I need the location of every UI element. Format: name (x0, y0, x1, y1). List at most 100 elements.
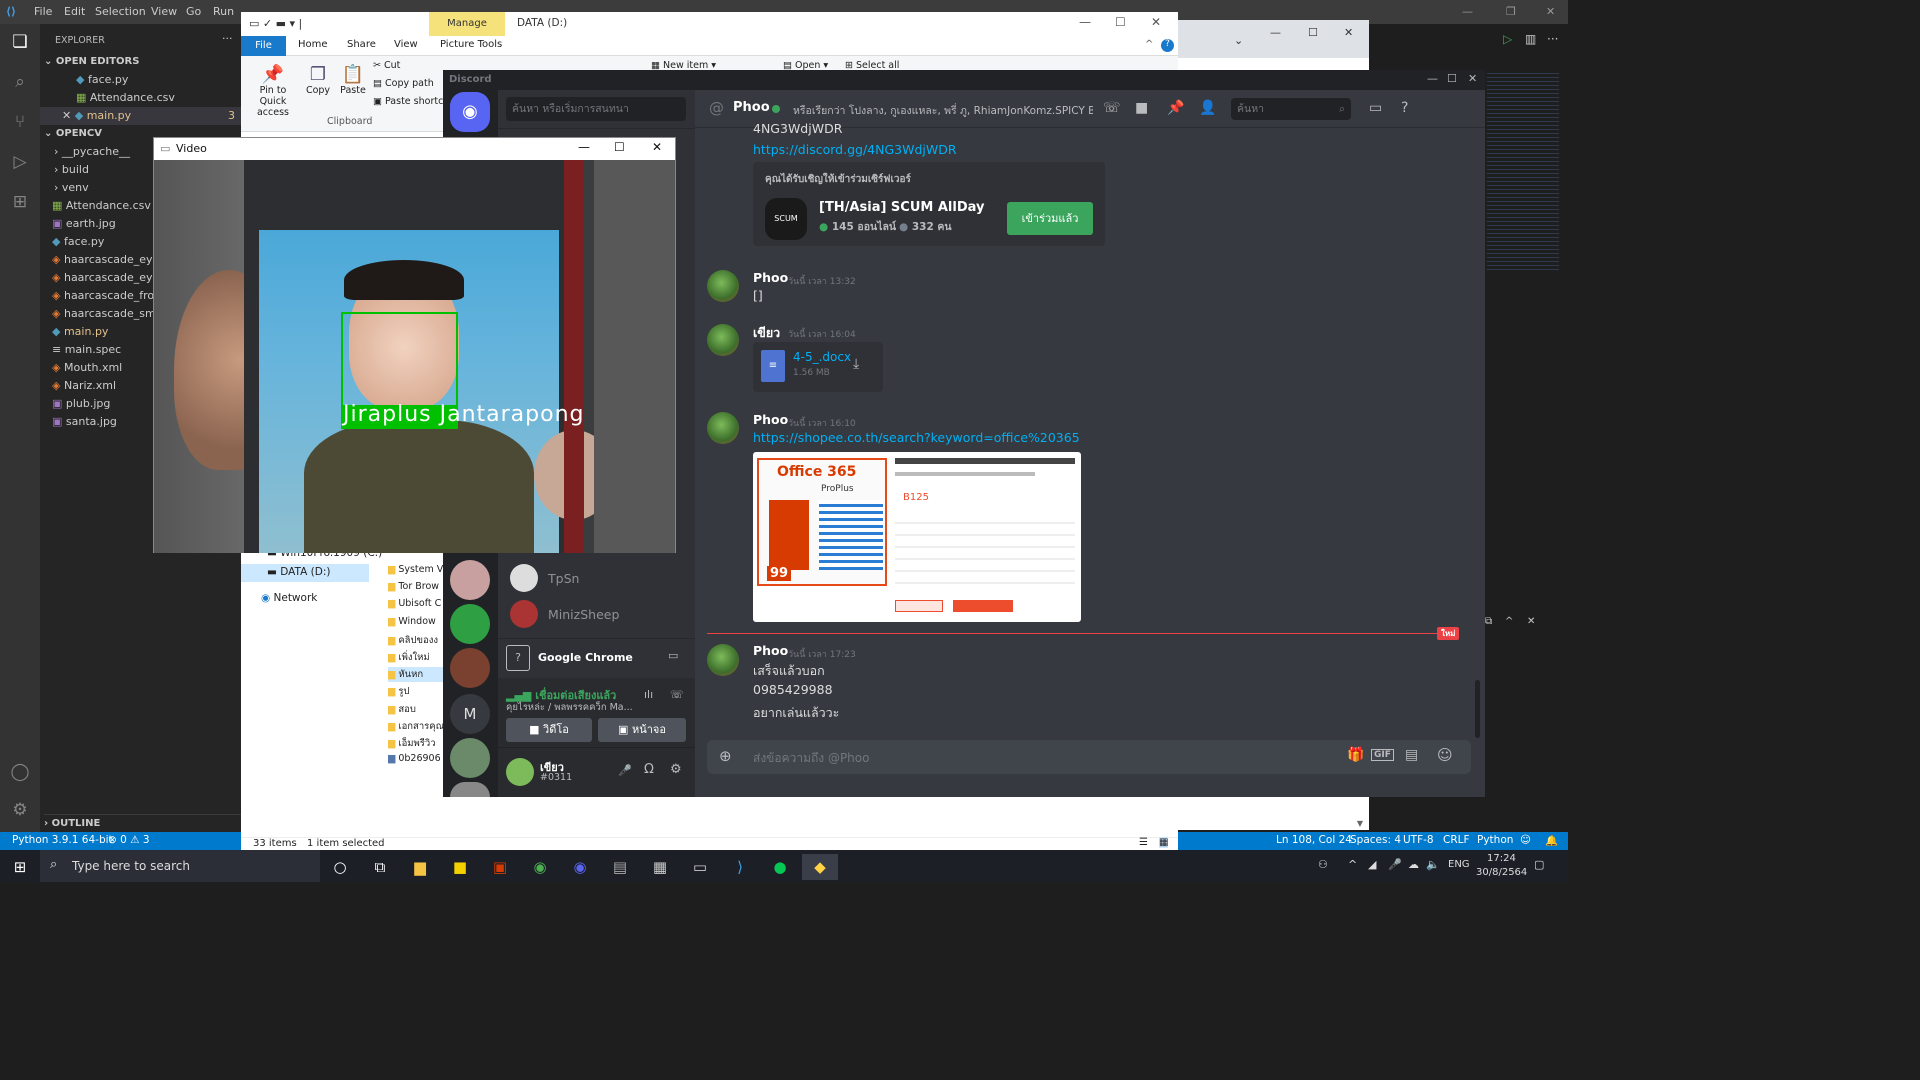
open-editor-item-active[interactable]: ✕ ◆ main.py 3 (40, 107, 241, 125)
explorer-icon[interactable]: ❏ (8, 32, 32, 54)
sticky-notes-icon[interactable]: ■ (442, 854, 478, 880)
panel-restore-icon[interactable]: ⧉ (1485, 616, 1492, 627)
guild-green[interactable] (450, 738, 490, 778)
python-app-icon[interactable]: ◆ (802, 854, 838, 880)
terminal-icon[interactable]: ▭ (682, 854, 718, 880)
outline-header[interactable]: › OUTLINE (44, 814, 245, 832)
gift-icon[interactable]: 🎁 (1347, 747, 1364, 763)
pin-icon[interactable]: 📌 (1167, 100, 1184, 116)
folder-item[interactable]: ▆ Ubisoft C (388, 598, 443, 609)
chat-scrollbar[interactable] (1475, 680, 1480, 738)
maximize-icon[interactable]: ☐ (1308, 26, 1318, 39)
bell-icon[interactable]: 🔔 (1545, 834, 1558, 847)
folder-item[interactable]: ▆ Window (388, 616, 443, 627)
inbox-icon[interactable]: ▭ (1369, 100, 1382, 116)
tab-home[interactable]: Home (298, 39, 328, 50)
close-icon[interactable]: ✕ (1151, 15, 1161, 29)
message-author[interactable]: Phoo (753, 643, 788, 658)
file-explorer-icon[interactable]: ▆ (402, 854, 438, 880)
large-icons-view-icon[interactable]: ▦ (1159, 837, 1169, 848)
minimize-icon[interactable]: — (578, 140, 590, 154)
headphones-icon[interactable]: Ω (644, 762, 654, 777)
gear-icon[interactable]: ⚙ (670, 762, 682, 777)
emoji-icon[interactable]: ☺ (1437, 746, 1453, 764)
folder-item[interactable]: ▆ เพิ่งใหม่ (388, 650, 443, 665)
panel-maximize-icon[interactable]: ^ (1505, 616, 1513, 627)
close-icon[interactable]: ✕ (1546, 5, 1555, 18)
help-icon[interactable]: ? (1161, 39, 1174, 52)
noise-suppression-icon[interactable]: ılı (644, 688, 653, 701)
folder-item[interactable]: ▆ Tor Brow (388, 581, 443, 592)
cursor-position[interactable]: Ln 108, Col 24 (1276, 834, 1352, 846)
gif-icon[interactable]: GIF (1371, 749, 1394, 761)
people-icon[interactable]: ⚇ (1318, 858, 1328, 871)
folder-item[interactable]: ▆ สอบ (388, 702, 443, 717)
find-conversation-input[interactable]: ค้นหา หรือเริ่มการสนทนา (506, 97, 686, 121)
details-view-icon[interactable]: ☰ (1139, 837, 1148, 848)
close-icon[interactable]: ✕ (1344, 26, 1353, 39)
more-actions-icon[interactable]: ··· (1547, 32, 1558, 46)
message-author[interactable]: เขียว (753, 323, 780, 343)
task-view-icon[interactable]: ⧉ (362, 854, 398, 880)
close-icon[interactable]: ✕ (652, 140, 662, 154)
folder-item[interactable]: ▆ 0b26906 (388, 753, 443, 764)
show-hidden-icons-icon[interactable]: ^ (1348, 858, 1357, 871)
guild-portrait[interactable] (450, 648, 490, 688)
copy-path-button[interactable]: ▤ Copy path (373, 78, 434, 89)
office-icon[interactable]: ▣ (482, 854, 518, 880)
explorer-more-icon[interactable]: ··· (222, 30, 242, 48)
tab-picture-tools[interactable]: Picture Tools (440, 39, 502, 50)
discord-icon[interactable]: ◉ (562, 854, 598, 880)
windows-start-icon[interactable]: ⊞ (2, 854, 38, 880)
app-icon[interactable]: ▤ (602, 854, 638, 880)
folder-item[interactable]: ▆ เอกสารคุณ (388, 719, 443, 734)
menu-edit[interactable]: Edit (64, 5, 85, 18)
menu-file[interactable]: File (34, 5, 52, 18)
sticker-icon[interactable]: ▤ (1405, 747, 1418, 763)
minimize-icon[interactable]: — (1427, 72, 1438, 85)
avatar[interactable] (707, 270, 739, 302)
open-editors-header[interactable]: ⌄ OPEN EDITORS (44, 53, 245, 71)
cortana-icon[interactable]: ○ (322, 854, 358, 880)
menu-go[interactable]: Go (186, 5, 201, 18)
chrome-icon[interactable]: ◉ (522, 854, 558, 880)
avatar[interactable] (707, 644, 739, 676)
dm-item[interactable]: MinizSheep (498, 600, 695, 632)
video-button[interactable]: ■ วิดีโอ (506, 718, 592, 742)
guild-house[interactable] (450, 604, 490, 644)
screen-share-button[interactable]: ▣ หน้าจอ (598, 718, 686, 742)
invite-link[interactable]: https://discord.gg/4NG3WdjWDR (753, 142, 957, 157)
download-icon[interactable]: ⤓ (853, 356, 859, 372)
video-call-icon[interactable]: ■ (1135, 100, 1148, 116)
chrome-tab-search-icon[interactable]: ⌄ (1234, 34, 1243, 47)
source-control-icon[interactable]: ⑂ (8, 112, 32, 134)
manage-tab[interactable]: Manage (429, 12, 505, 36)
copy-button[interactable]: ❐ Copy (303, 64, 333, 96)
gear-icon[interactable]: ⚙ (8, 800, 32, 822)
guild-m[interactable]: M (450, 694, 490, 734)
voice-channel-name[interactable]: คุยไรหล่ะ / พลพรรคคว็ก Ma... (506, 700, 633, 715)
voice-call-icon[interactable]: ☏ (1103, 100, 1121, 116)
maximize-icon[interactable]: ☐ (1115, 15, 1126, 29)
feedback-icon[interactable]: ☺ (1520, 834, 1531, 846)
link-preview-image[interactable]: Office 365 ProPlus 99 B125 (753, 452, 1081, 622)
cut-button[interactable]: ✂ Cut (373, 60, 400, 71)
python-interpreter[interactable]: Python 3.9.1 64-bit (12, 834, 113, 846)
chat-search-input[interactable]: ค้นหา ⌕ (1231, 98, 1351, 120)
tab-file[interactable]: File (241, 36, 286, 56)
microphone-icon[interactable]: 🎤 (618, 764, 632, 777)
stream-icon[interactable]: ▭ (668, 649, 678, 662)
network-icon[interactable]: ◢ (1368, 858, 1376, 871)
add-friend-icon[interactable]: 👤 (1199, 100, 1216, 116)
calculator-icon[interactable]: ▦ (642, 854, 678, 880)
discord-home-icon[interactable]: ◉ (450, 92, 490, 132)
shopee-link[interactable]: https://shopee.co.th/search?keyword=offi… (753, 430, 1080, 445)
menu-selection[interactable]: Selection (95, 5, 146, 18)
clock-date[interactable]: 30/8/2564 (1476, 867, 1527, 878)
add-attachment-icon[interactable]: ⊕ (719, 747, 732, 765)
folder-item[interactable]: ▆ รูป (388, 684, 443, 699)
folder-item[interactable]: ▆ System V (388, 564, 443, 575)
volume-icon[interactable]: 🔈 (1426, 858, 1440, 871)
avatar[interactable] (707, 324, 739, 356)
guild-partial[interactable] (450, 782, 490, 797)
